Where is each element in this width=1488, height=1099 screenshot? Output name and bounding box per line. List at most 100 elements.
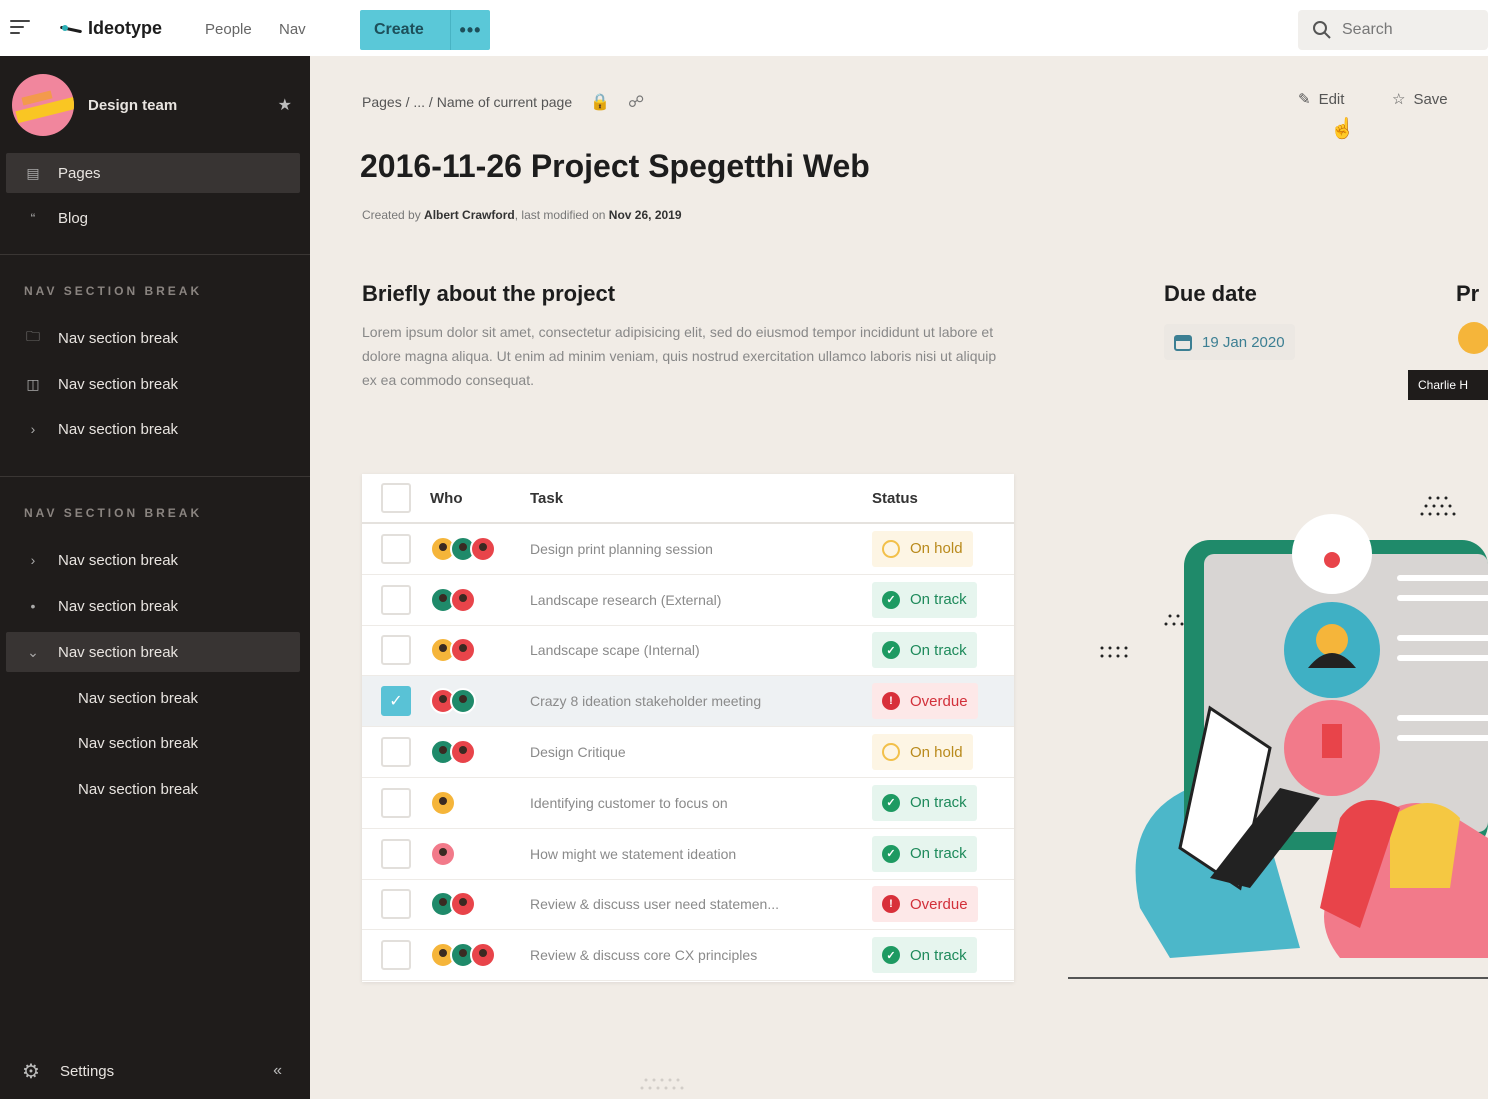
save-button[interactable]: ☆ Save bbox=[1392, 90, 1448, 109]
column-status[interactable]: Status bbox=[872, 490, 1014, 507]
sidebar-item-label: Nav section break bbox=[58, 643, 179, 661]
task-name[interactable]: Review & discuss core CX principles bbox=[530, 947, 872, 963]
sidebar-subitem[interactable]: Nav section break bbox=[6, 678, 300, 718]
sidebar-item-label: Nav section break bbox=[58, 329, 179, 347]
status-label: On track bbox=[910, 845, 967, 863]
top-bar: Ideotype People Nav Create ••• bbox=[0, 0, 1488, 56]
row-checkbox[interactable] bbox=[381, 737, 411, 768]
due-date-chip[interactable]: 19 Jan 2020 bbox=[1164, 324, 1295, 360]
sidebar-item-pages[interactable]: ▤ Pages bbox=[6, 153, 300, 193]
sidebar-item-nav[interactable]: › Nav section break bbox=[6, 540, 300, 580]
team-name: Design team bbox=[88, 96, 178, 114]
avatar[interactable] bbox=[450, 637, 476, 664]
table-row[interactable]: Review & discuss core CX principles ✓ On t… bbox=[362, 930, 1014, 982]
chevron-right-icon: › bbox=[30, 421, 36, 437]
status-badge[interactable]: On hold bbox=[872, 530, 973, 567]
task-name[interactable]: How might we statement ideation bbox=[530, 846, 872, 862]
pages-icon: ▤ bbox=[26, 164, 40, 181]
sidebar-item-nav[interactable]: › Nav section break bbox=[6, 409, 300, 449]
status-badge[interactable]: ✓ On track bbox=[872, 632, 977, 669]
status-badge[interactable]: ! Overdue bbox=[872, 683, 978, 720]
avatar[interactable] bbox=[1458, 322, 1488, 354]
status-label: Overdue bbox=[910, 692, 968, 710]
due-date-value: 19 Jan 2020 bbox=[1202, 333, 1285, 351]
table-row[interactable]: Review & discuss user need statemen...! O… bbox=[362, 880, 1014, 931]
link-icon[interactable]: ☍ bbox=[628, 92, 644, 112]
avatar[interactable] bbox=[470, 535, 496, 562]
table-row[interactable]: Design print planning session On hold bbox=[362, 524, 1014, 575]
table-row[interactable]: Landscape research (External) ✓ On track bbox=[362, 575, 1014, 626]
row-checkbox[interactable]: ✓ bbox=[381, 686, 411, 717]
sidebar-item-nav[interactable]: • Nav section break bbox=[6, 586, 300, 626]
sidebar-subitem[interactable]: Nav section break bbox=[6, 769, 300, 809]
task-name[interactable]: Landscape scape (Internal) bbox=[530, 642, 872, 658]
table-row[interactable]: Landscape scape (Internal) ✓ On track bbox=[362, 626, 1014, 677]
avatar[interactable] bbox=[470, 942, 496, 969]
edit-button[interactable]: ✎ Edit bbox=[1298, 90, 1344, 109]
row-checkbox[interactable] bbox=[381, 533, 411, 564]
column-task[interactable]: Task bbox=[530, 490, 872, 507]
table-row[interactable]: ✓ Crazy 8 ideation stakeholder meeting! Ov… bbox=[362, 676, 1014, 728]
breadcrumb-path[interactable]: Pages / ... / Name of current page bbox=[362, 94, 572, 110]
nav-nav[interactable]: Nav bbox=[279, 21, 306, 38]
task-name[interactable]: Landscape research (External) bbox=[530, 592, 872, 608]
row-checkbox[interactable] bbox=[381, 635, 411, 666]
task-name[interactable]: Design Critique bbox=[530, 744, 872, 760]
settings-item[interactable]: ⚙ Settings « bbox=[0, 1043, 310, 1099]
row-checkbox[interactable] bbox=[381, 584, 411, 615]
search-icon bbox=[1313, 21, 1331, 39]
breadcrumb: Pages / ... / Name of current page 🔒 ☍ bbox=[362, 92, 644, 112]
search-box bbox=[1298, 10, 1488, 50]
avatar[interactable] bbox=[450, 891, 476, 918]
avatar[interactable] bbox=[450, 586, 476, 613]
pin-icon[interactable]: ★ bbox=[278, 95, 292, 115]
avatar[interactable] bbox=[430, 840, 456, 867]
save-label: Save bbox=[1413, 90, 1448, 108]
status-badge[interactable]: On hold bbox=[872, 734, 973, 771]
avatar[interactable] bbox=[450, 688, 476, 715]
settings-label: Settings bbox=[59, 1062, 115, 1080]
sidebar-item-nav[interactable]: ◫ Nav section break bbox=[6, 364, 300, 404]
select-all-checkbox[interactable] bbox=[381, 483, 411, 513]
menu-icon[interactable] bbox=[10, 20, 30, 36]
status-badge[interactable]: ✓ On track bbox=[872, 835, 977, 872]
avatar[interactable] bbox=[430, 789, 456, 816]
status-badge[interactable]: ✓ On track bbox=[872, 784, 977, 821]
row-checkbox[interactable] bbox=[381, 940, 411, 971]
sidebar-subitem[interactable]: Nav section break bbox=[6, 723, 300, 763]
task-name[interactable]: Review & discuss user need statemen... bbox=[530, 896, 872, 912]
nav-people[interactable]: People bbox=[205, 21, 252, 38]
status-badge[interactable]: ✓ On track bbox=[872, 581, 977, 618]
search-input[interactable] bbox=[1342, 21, 1462, 39]
modified-date: Nov 26, 2019 bbox=[608, 208, 682, 222]
task-name[interactable]: Crazy 8 ideation stakeholder meeting bbox=[530, 693, 872, 709]
sidebar-item-nav-expanded[interactable]: ⌄ Nav section break bbox=[6, 632, 300, 672]
collapse-icon[interactable]: « bbox=[273, 1062, 282, 1080]
lock-icon[interactable]: 🔒 bbox=[590, 92, 610, 112]
more-icon[interactable]: ••• bbox=[450, 10, 490, 50]
avatar-tooltip: Charlie H bbox=[1408, 370, 1488, 400]
sidebar-item-label: Nav section break bbox=[58, 375, 179, 393]
author-name[interactable]: Albert Crawford bbox=[424, 208, 515, 222]
sidebar-item-label: Nav section break bbox=[58, 551, 179, 569]
table-row[interactable]: Design Critique On hold bbox=[362, 727, 1014, 778]
table-row[interactable]: How might we statement ideation ✓ On track bbox=[362, 829, 1014, 880]
team-header[interactable]: Design team ★ bbox=[12, 74, 302, 136]
avatar[interactable] bbox=[450, 739, 476, 766]
status-badge[interactable]: ! Overdue bbox=[872, 886, 978, 923]
row-checkbox[interactable] bbox=[381, 787, 411, 818]
column-who[interactable]: Who bbox=[430, 490, 530, 507]
chevron-right-icon: › bbox=[30, 552, 36, 568]
sidebar-item-blog[interactable]: “ Blog bbox=[6, 198, 300, 238]
row-checkbox[interactable] bbox=[381, 889, 411, 920]
create-button[interactable]: Create bbox=[360, 21, 450, 39]
logo[interactable]: Ideotype bbox=[60, 18, 162, 39]
row-checkbox[interactable] bbox=[381, 838, 411, 869]
sidebar-item-nav[interactable]: 🗀 Nav section break bbox=[6, 318, 300, 358]
status-badge[interactable]: ✓ On track bbox=[872, 937, 977, 974]
folder-icon: 🗀 bbox=[26, 328, 40, 344]
table-row[interactable]: Identifying customer to focus on ✓ On trac… bbox=[362, 778, 1014, 829]
team-avatar bbox=[12, 74, 74, 136]
task-name[interactable]: Design print planning session bbox=[530, 541, 872, 557]
task-name[interactable]: Identifying customer to focus on bbox=[530, 795, 872, 811]
